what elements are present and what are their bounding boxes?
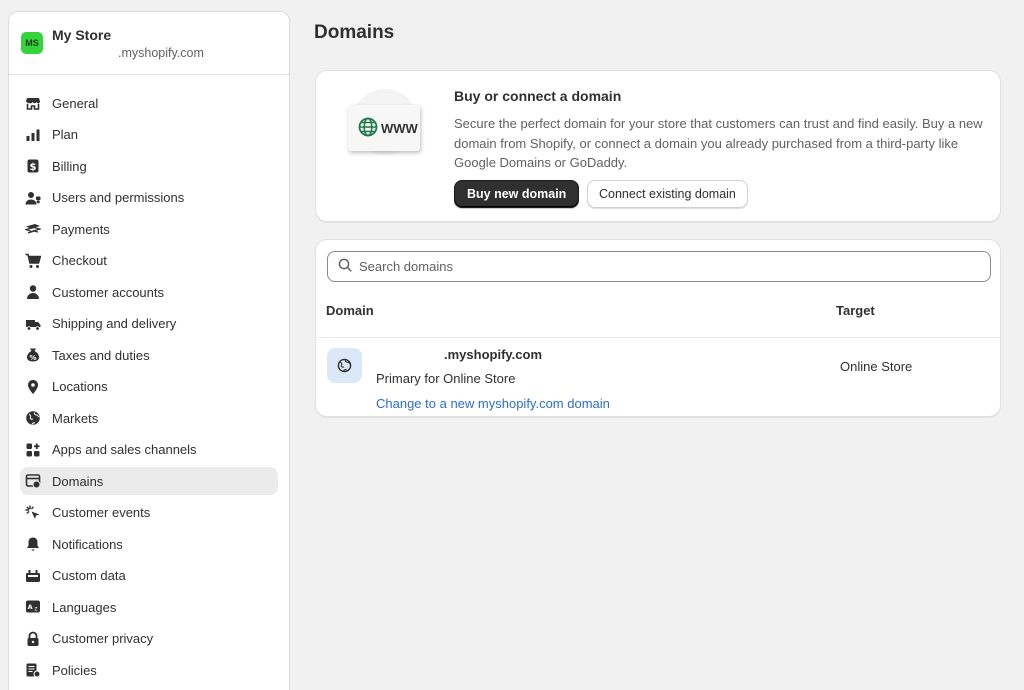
store-header[interactable]: MS My Store .myshopify.com (9, 12, 289, 75)
svg-text:z: z (34, 606, 37, 613)
table-divider (316, 337, 1000, 338)
custom-data-icon (25, 568, 41, 584)
billing-icon: $ (25, 158, 41, 174)
column-header-target: Target (836, 303, 875, 318)
store-domain-suffix: .myshopify.com (118, 46, 204, 60)
sidebar-item-payments[interactable]: Payments (20, 215, 278, 243)
apps-icon (25, 442, 41, 458)
policies-icon (25, 662, 41, 678)
sidebar-item-label: Policies (52, 662, 97, 678)
sidebar-item-users[interactable]: Users and permissions (20, 184, 278, 212)
store-domain: .myshopify.com (52, 44, 204, 62)
promo-title: Buy or connect a domain (454, 88, 622, 104)
sidebar-item-label: Notifications (52, 536, 123, 552)
sidebar-item-apps[interactable]: Apps and sales channels (20, 436, 278, 464)
sidebar-item-label: Taxes and duties (52, 347, 150, 363)
sidebar-item-label: Customer events (52, 505, 151, 520)
sidebar-item-customer-privacy[interactable]: Customer privacy (20, 625, 278, 653)
sidebar-item-general[interactable]: General (20, 89, 278, 117)
globe-icon (358, 117, 378, 140)
sidebar-item-markets[interactable]: Markets (20, 404, 278, 432)
domains-list-card: Domain Target .myshopify.com Primary for… (315, 239, 1001, 417)
domain-suffix: .myshopify.com (444, 347, 543, 362)
sidebar-item-locations[interactable]: Locations (20, 373, 278, 401)
plan-icon (25, 127, 41, 143)
promo-description: Secure the perfect domain for your store… (454, 116, 983, 170)
store-icon (25, 95, 41, 111)
store-name: My Store (52, 27, 112, 43)
sidebar-item-languages[interactable]: Az Languages (20, 593, 278, 621)
tax-icon: % (25, 347, 41, 363)
sidebar-item-label: Apps and sales channels (52, 442, 197, 457)
sidebar-item-label: Customer privacy (52, 631, 154, 646)
search-input[interactable] (359, 259, 959, 274)
column-header-domain: Domain (326, 303, 374, 318)
redacted-subdomain (376, 347, 444, 361)
svg-text:%: % (29, 354, 36, 362)
sidebar-item-label: Custom data (52, 568, 126, 583)
domains-icon (25, 473, 41, 489)
sidebar-item-customer-accounts[interactable]: Customer accounts (20, 278, 278, 306)
settings-nav: General Plan $ Billing Users and permiss… (9, 75, 289, 684)
www-text: WWW (381, 120, 418, 136)
language-icon: Az (25, 599, 41, 615)
sidebar-item-label: Billing (52, 158, 87, 174)
sidebar-item-taxes[interactable]: % Taxes and duties (20, 341, 278, 369)
sidebar-item-custom-data[interactable]: Custom data (20, 562, 278, 590)
truck-icon (25, 316, 41, 332)
payments-icon (25, 221, 41, 237)
sidebar-item-billing[interactable]: $ Billing (20, 152, 278, 180)
location-pin-icon (25, 379, 41, 395)
users-icon (25, 190, 41, 206)
lock-icon (25, 631, 41, 647)
search-icon (338, 258, 352, 275)
sidebar-item-customer-events[interactable]: Customer events (20, 499, 278, 527)
search-field[interactable] (327, 251, 991, 282)
person-icon (25, 284, 41, 300)
cart-icon (25, 253, 41, 269)
sidebar-item-notifications[interactable]: Notifications (20, 530, 278, 558)
sidebar-item-domains[interactable]: Domains (20, 467, 278, 495)
bell-icon (25, 536, 41, 552)
sidebar-item-plan[interactable]: Plan (20, 121, 278, 149)
cursor-click-icon (25, 504, 41, 521)
sidebar-item-label: Domains (52, 473, 104, 489)
sidebar-item-shipping[interactable]: Shipping and delivery (20, 310, 278, 338)
store-avatar: MS (21, 32, 43, 54)
www-illustration: WWW (348, 89, 420, 155)
sidebar-item-label: Users and permissions (52, 190, 185, 205)
redacted-subdomain (52, 44, 118, 58)
sidebar-item-label: Payments (52, 221, 110, 237)
buy-new-domain-button[interactable]: Buy new domain (454, 180, 580, 208)
store-info: My Store .myshopify.com (52, 26, 204, 62)
connect-existing-domain-button[interactable]: Connect existing domain (587, 180, 748, 208)
sidebar-item-checkout[interactable]: Checkout (20, 247, 278, 275)
sidebar-item-label: Locations (52, 379, 108, 394)
domain-target: Online Store (840, 359, 913, 374)
svg-text:$: $ (30, 162, 37, 173)
change-myshopify-domain-link[interactable]: Change to a new myshopify.com domain (376, 396, 610, 411)
globe-icon (25, 410, 41, 426)
page-title: Domains (314, 22, 395, 43)
domain-globe-icon (327, 348, 362, 383)
sidebar-item-policies[interactable]: Policies (20, 656, 278, 684)
sidebar-item-label: Checkout (52, 253, 107, 268)
sidebar-item-label: Languages (52, 599, 117, 615)
settings-sidebar: MS My Store .myshopify.com General Plan … (8, 11, 290, 690)
domain-primary-label: Primary for Online Store (376, 371, 516, 386)
sidebar-item-label: Customer accounts (52, 284, 164, 300)
sidebar-item-label: General (52, 95, 99, 111)
sidebar-item-label: Markets (52, 410, 99, 426)
sidebar-item-label: Shipping and delivery (52, 316, 177, 331)
domain-name: .myshopify.com (376, 347, 542, 362)
svg-text:A: A (28, 603, 33, 611)
buy-connect-domain-card: WWW Buy or connect a domain Secure the p… (315, 70, 1001, 222)
www-card: WWW (348, 105, 420, 151)
sidebar-item-label: Plan (52, 127, 79, 142)
